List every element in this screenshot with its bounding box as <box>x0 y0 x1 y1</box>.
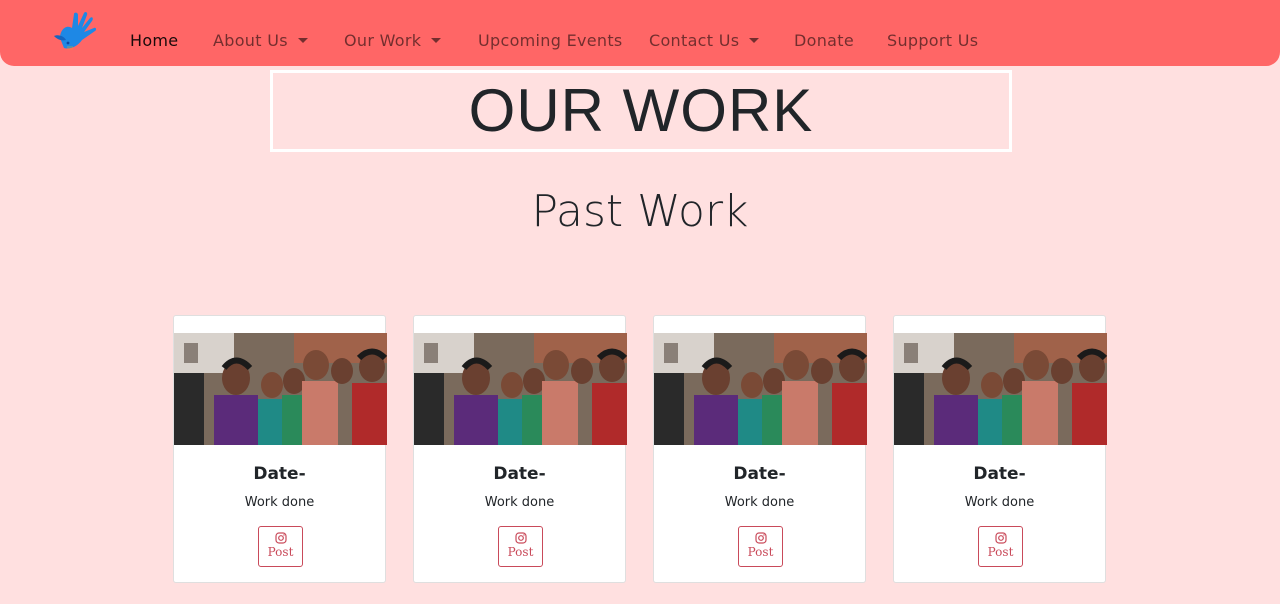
work-card: Date- Work done Post <box>173 315 387 583</box>
nav-donate-label: Donate <box>794 31 854 50</box>
work-card: Date- Work done Post <box>653 315 867 583</box>
instagram-icon <box>994 532 1007 544</box>
card-photo <box>414 333 627 445</box>
post-button-label: Post <box>987 545 1014 559</box>
nav-about-us-dropdown[interactable]: About Us <box>213 31 308 50</box>
card-date: Date- <box>253 464 306 484</box>
card-text: Work done <box>244 495 315 510</box>
section-title: Past Work <box>531 186 749 237</box>
card-text: Work done <box>484 495 555 510</box>
nav-contact-us-dropdown[interactable]: Contact Us <box>649 31 760 50</box>
card-photo <box>894 333 1107 445</box>
logo-hand-dove-icon[interactable]: !!! <box>52 10 98 54</box>
post-button-label: Post <box>747 545 774 559</box>
our-work-banner: OUR WORK <box>270 70 1012 152</box>
nav-our-work-dropdown[interactable]: Our Work <box>344 31 442 50</box>
nav-donate[interactable]: Donate <box>794 31 854 50</box>
nav-upcoming-events[interactable]: Upcoming Events <box>478 31 623 50</box>
caret-down-icon <box>431 38 442 43</box>
svg-text:!!!: !!! <box>67 46 73 52</box>
work-card: Date- Work done Post <box>413 315 627 583</box>
post-button[interactable]: Post <box>978 526 1023 567</box>
instagram-icon <box>274 532 287 544</box>
instagram-icon <box>754 532 767 544</box>
post-button-label: Post <box>507 545 534 559</box>
nav-contact-us-label: Contact Us <box>649 31 740 50</box>
nav-about-us-label: About Us <box>213 31 288 50</box>
nav-support-us-label: Support Us <box>887 31 979 50</box>
card-photo <box>174 333 387 445</box>
page-title: OUR WORK <box>468 77 814 144</box>
post-button[interactable]: Post <box>258 526 303 567</box>
nav-our-work-label: Our Work <box>344 31 422 50</box>
nav-home[interactable]: Home <box>130 31 178 50</box>
nav-upcoming-events-label: Upcoming Events <box>478 31 623 50</box>
card-text: Work done <box>964 495 1035 510</box>
card-date: Date- <box>973 464 1026 484</box>
card-photo <box>654 333 867 445</box>
caret-down-icon <box>297 38 308 43</box>
caret-down-icon <box>749 38 760 43</box>
instagram-icon <box>514 532 527 544</box>
navbar: !!! Home About Us Our Work Upcoming Even… <box>0 0 1280 66</box>
post-button[interactable]: Post <box>738 526 783 567</box>
nav-home-label: Home <box>130 31 179 50</box>
nav-support-us[interactable]: Support Us <box>887 31 978 50</box>
card-text: Work done <box>724 495 795 510</box>
card-date: Date- <box>733 464 786 484</box>
work-card: Date- Work done Post <box>893 315 1107 583</box>
post-button[interactable]: Post <box>498 526 543 567</box>
post-button-label: Post <box>267 545 294 559</box>
card-date: Date- <box>493 464 546 484</box>
